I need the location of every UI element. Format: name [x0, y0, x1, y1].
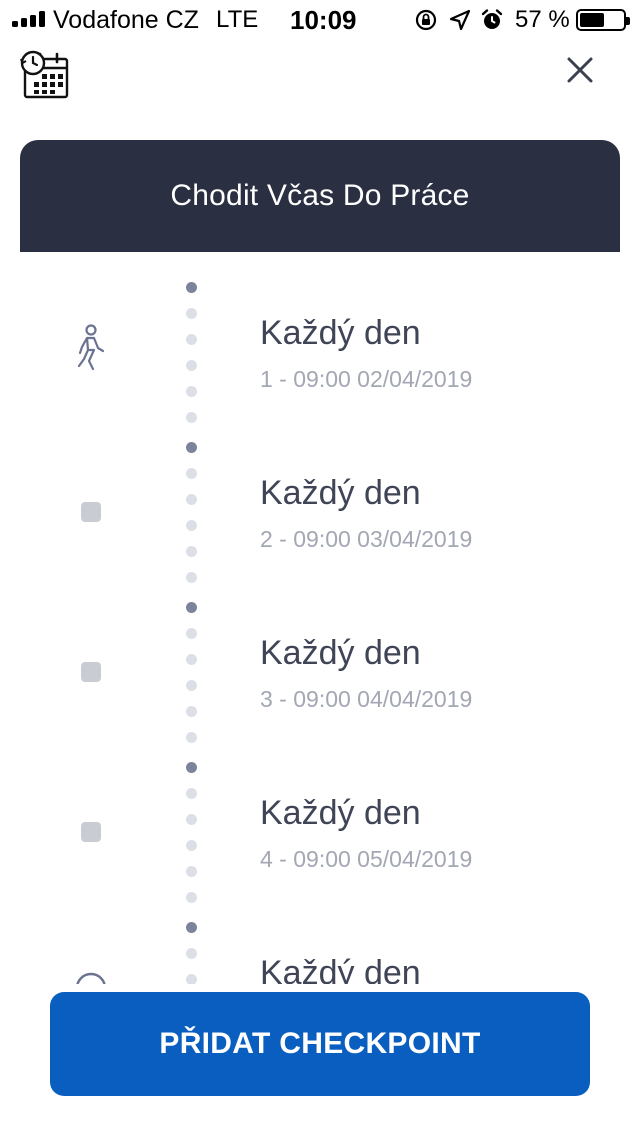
checkpoint-title: Každý den: [260, 314, 421, 352]
signal-strength-icon: [12, 11, 48, 27]
calendar-history-icon[interactable]: [20, 50, 70, 100]
square-icon: [74, 650, 108, 694]
battery-percentage: 57 %: [515, 6, 570, 33]
checkpoint-title: Každý den: [260, 634, 421, 672]
checkpoint-title: Každý den: [260, 794, 421, 832]
clock: 10:09: [290, 5, 357, 35]
network-type: LTE: [216, 6, 259, 33]
checkpoint-item[interactable]: Každý den 1 - 09:00 02/04/2019: [0, 292, 640, 452]
add-checkpoint-label: PŘIDAT CHECKPOINT: [159, 1027, 481, 1060]
checkpoint-title: Každý den: [260, 954, 421, 984]
circle-icon: [74, 966, 108, 984]
rotation-lock-icon: [415, 9, 437, 31]
checkpoint-subtitle: 4 - 09:00 05/04/2019: [260, 846, 473, 872]
square-icon: [74, 490, 108, 534]
battery-icon: [576, 9, 630, 31]
goal-title: Chodit Včas Do Práce: [170, 179, 470, 212]
alarm-clock-icon: [481, 9, 503, 29]
checkpoint-subtitle: 3 - 09:00 04/04/2019: [260, 686, 473, 712]
checkpoint-item[interactable]: Každý den 2 - 09:00 03/04/2019: [0, 452, 640, 612]
status-bar: Vodafone CZ LTE 10:09 57 %: [0, 0, 640, 40]
close-button[interactable]: [562, 52, 598, 88]
walking-person-icon: [74, 324, 108, 371]
location-arrow-icon: [449, 9, 471, 31]
add-checkpoint-button[interactable]: PŘIDAT CHECKPOINT: [50, 992, 590, 1096]
checkpoint-subtitle: 2 - 09:00 03/04/2019: [260, 526, 473, 552]
checkpoint-subtitle: 1 - 09:00 02/04/2019: [260, 366, 473, 392]
carrier-name: Vodafone CZ: [53, 6, 199, 34]
goal-header: Chodit Včas Do Práce: [20, 140, 620, 252]
square-icon: [74, 810, 108, 854]
close-icon: [567, 57, 593, 83]
checkpoint-title: Každý den: [260, 474, 421, 512]
checkpoint-item[interactable]: Každý den 4 - 09:00 05/04/2019: [0, 772, 640, 932]
checkpoint-item[interactable]: Každý den: [0, 932, 640, 984]
checkpoint-item[interactable]: Každý den 3 - 09:00 04/04/2019: [0, 612, 640, 772]
checkpoint-timeline: Každý den 1 - 09:00 02/04/2019 Každý den…: [0, 252, 640, 984]
